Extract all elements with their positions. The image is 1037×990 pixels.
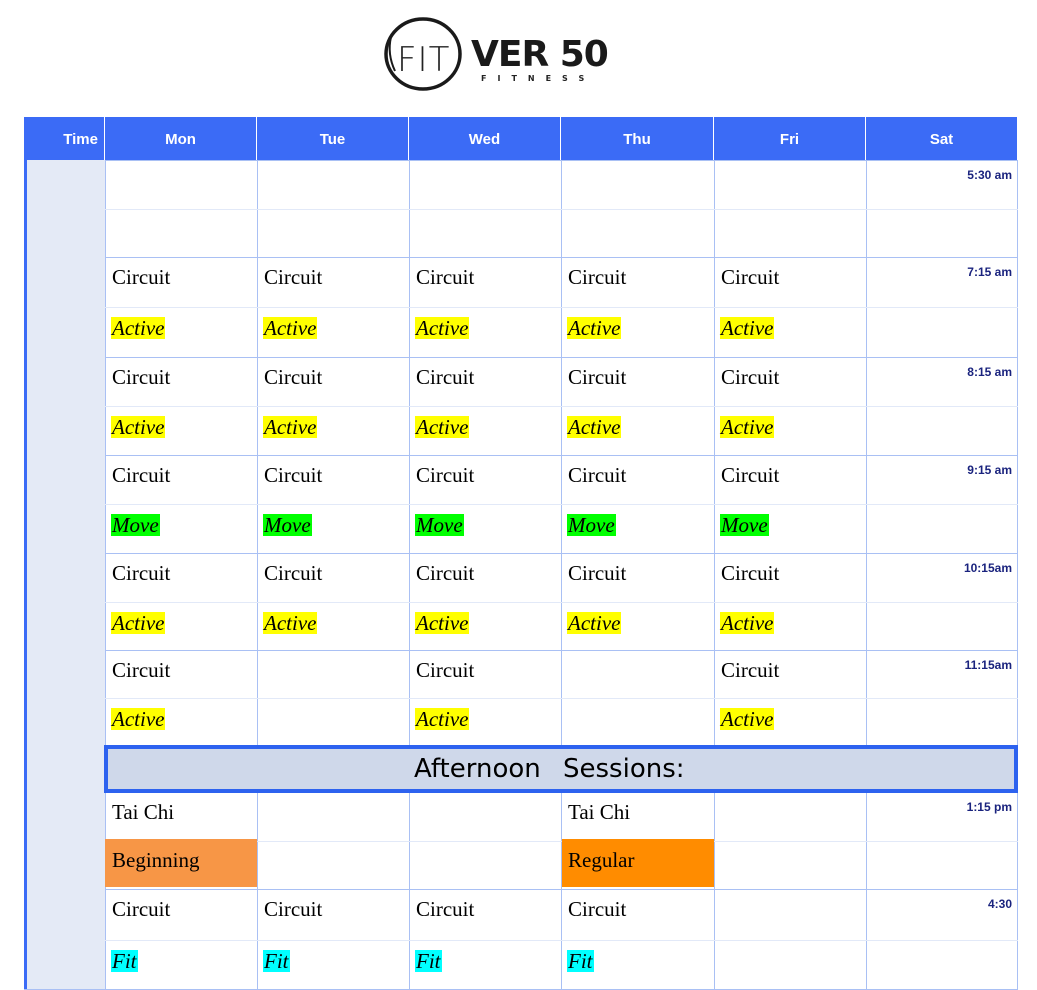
class-level-active: Active — [111, 611, 166, 635]
column-header-sat: Sat — [866, 117, 1018, 160]
class-name-circuit: Circuit — [568, 463, 627, 487]
class-schedule-table: Time Mon Tue Wed Thu Fri Sat 5:30 am 7:15 am 8:15… — [24, 117, 1018, 990]
grid-hline — [105, 650, 1018, 651]
class-name-circuit: Circuit — [416, 897, 475, 921]
time-label: 10:15am — [963, 561, 1012, 575]
class-level-active: Active — [720, 707, 775, 731]
class-level-move: Move — [415, 513, 464, 537]
class-name-tai-chi: Tai Chi — [568, 800, 631, 824]
class-level-active: Active — [111, 415, 166, 439]
logo-ver50-text: VER 50 — [471, 34, 609, 75]
class-name-circuit: Circuit — [568, 561, 627, 585]
class-name-circuit: Circuit — [721, 658, 780, 682]
class-level-regular: Regular — [568, 848, 635, 872]
class-level-active: Active — [111, 316, 166, 340]
class-name-circuit: Circuit — [264, 897, 323, 921]
class-level-fit: Fit — [415, 949, 442, 973]
logo-fitness-text: FITNESS — [481, 74, 596, 83]
grid-hline-mid — [105, 406, 1018, 407]
class-name-circuit: Circuit — [416, 561, 475, 585]
time-label: 8:15 am — [967, 365, 1012, 379]
class-name-circuit: Circuit — [721, 561, 780, 585]
grid-vline — [866, 160, 867, 990]
grid-vline — [714, 160, 715, 990]
column-header-time: Time — [24, 117, 105, 160]
grid-hline-mid — [105, 940, 1018, 941]
column-header-thu: Thu — [561, 117, 714, 160]
class-name-circuit: Circuit — [416, 265, 475, 289]
class-level-move: Move — [567, 513, 616, 537]
grid-hline — [105, 553, 1018, 554]
class-name-circuit: Circuit — [264, 463, 323, 487]
class-level-active: Active — [415, 316, 470, 340]
class-name-circuit: Circuit — [568, 365, 627, 389]
class-name-circuit: Circuit — [112, 897, 171, 921]
class-name-circuit: Circuit — [264, 265, 323, 289]
grid-hline-mid — [105, 307, 1018, 308]
class-level-move: Move — [263, 513, 312, 537]
class-level-active: Active — [415, 707, 470, 731]
class-level-fit: Fit — [263, 949, 290, 973]
class-name-circuit: Circuit — [568, 897, 627, 921]
class-level-active: Active — [415, 611, 470, 635]
class-level-beginning: Beginning — [112, 848, 200, 872]
class-level-active: Active — [567, 316, 622, 340]
afternoon-sessions-label: Afternoon Sessions: — [414, 754, 685, 784]
grid-hline — [105, 257, 1018, 258]
class-name-circuit: Circuit — [112, 365, 171, 389]
time-label: 9:15 am — [967, 463, 1012, 477]
class-level-active: Active — [263, 611, 318, 635]
class-level-move: Move — [720, 513, 769, 537]
time-label: 4:30 — [987, 897, 1012, 911]
column-header-mon: Mon — [105, 117, 257, 160]
class-level-fit: Fit — [567, 949, 594, 973]
class-name-circuit: Circuit — [112, 463, 171, 487]
time-label: 5:30 am — [967, 168, 1012, 182]
class-level-active: Active — [720, 611, 775, 635]
grid-hline-mid — [105, 504, 1018, 505]
fit-over-50-logo: FIT VER 50 FITNESS — [383, 15, 615, 95]
grid-vline — [409, 160, 410, 990]
class-level-fit: Fit — [111, 949, 138, 973]
grid-hline — [105, 160, 1018, 161]
class-level-active: Active — [567, 415, 622, 439]
time-label: 1:15 pm — [966, 800, 1012, 814]
class-name-circuit: Circuit — [112, 658, 171, 682]
time-label: 11:15am — [964, 658, 1012, 672]
class-level-active: Active — [263, 415, 318, 439]
class-name-circuit: Circuit — [416, 463, 475, 487]
grid-hline-mid — [105, 698, 1018, 699]
class-level-active: Active — [415, 415, 470, 439]
grid-hline-mid — [105, 209, 1018, 210]
class-name-circuit: Circuit — [568, 265, 627, 289]
class-name-circuit: Circuit — [264, 365, 323, 389]
grid-hline — [105, 889, 1018, 890]
class-level-active: Active — [111, 707, 166, 731]
logo-fit-text: FIT — [397, 40, 451, 80]
class-name-circuit: Circuit — [264, 561, 323, 585]
grid-hline-mid — [105, 602, 1018, 603]
class-level-active: Active — [720, 415, 775, 439]
class-level-active: Active — [720, 316, 775, 340]
class-name-circuit: Circuit — [416, 658, 475, 682]
class-name-circuit: Circuit — [721, 265, 780, 289]
column-header-tue: Tue — [257, 117, 409, 160]
class-level-active: Active — [263, 316, 318, 340]
class-name-circuit: Circuit — [112, 265, 171, 289]
class-name-circuit: Circuit — [416, 365, 475, 389]
class-name-tai-chi: Tai Chi — [112, 800, 175, 824]
grid-vline — [257, 160, 258, 990]
class-level-move: Move — [111, 513, 160, 537]
column-header-wed: Wed — [409, 117, 561, 160]
class-name-circuit: Circuit — [112, 561, 171, 585]
class-name-circuit: Circuit — [721, 365, 780, 389]
time-label: 7:15 am — [967, 265, 1012, 279]
grid-hline — [105, 455, 1018, 456]
grid-vline — [1017, 160, 1018, 990]
grid-hline — [105, 357, 1018, 358]
column-header-fri: Fri — [714, 117, 866, 160]
class-level-active: Active — [567, 611, 622, 635]
class-name-circuit: Circuit — [721, 463, 780, 487]
time-column — [24, 160, 106, 990]
